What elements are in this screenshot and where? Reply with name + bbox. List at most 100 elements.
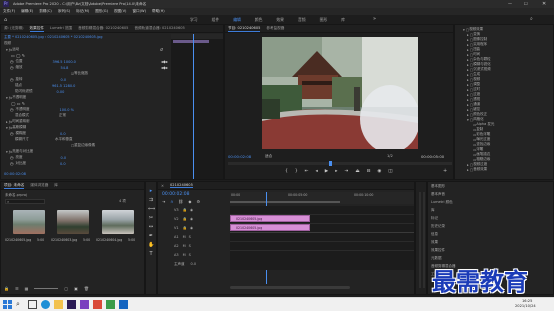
- razor-tool-icon[interactable]: ✂: [148, 215, 154, 221]
- taskbar-premiere-icon[interactable]: [67, 300, 76, 309]
- program-playhead[interactable]: [329, 161, 332, 166]
- track-lanes[interactable]: 0210240605.jpg 0210240605.jpg: [230, 206, 414, 270]
- panel-history[interactable]: 历史记录: [431, 224, 445, 229]
- workspace-color[interactable]: 颜色: [255, 17, 263, 23]
- timeline-timecode[interactable]: 00:00:02:08: [162, 192, 189, 197]
- snap-icon[interactable]: ∩: [170, 199, 173, 204]
- panel-essential-graphics[interactable]: 基本图形: [431, 184, 445, 189]
- quality-select[interactable]: 1/2: [387, 154, 393, 158]
- tab-project[interactable]: 项目: 未命名: [4, 183, 25, 189]
- maximize-button[interactable]: ☐: [524, 1, 528, 6]
- track-v1-label[interactable]: V1: [174, 226, 179, 230]
- tab-audio-clip-mixer[interactable]: 音频剪辑混合器: 0210240605: [78, 26, 128, 31]
- keyframe-scale-icon[interactable]: ◂◆▸: [161, 65, 168, 70]
- search-icon[interactable]: ⌕: [530, 16, 533, 22]
- workspace-libraries[interactable]: 库: [341, 17, 345, 23]
- tab-libraries[interactable]: 库: [54, 183, 58, 188]
- extract-icon[interactable]: ⊟: [367, 169, 371, 174]
- program-current-time[interactable]: 00:00:02:08: [228, 154, 251, 159]
- keyframe-nav-icon[interactable]: ◂◆▸: [161, 59, 168, 64]
- tab-audio-track-mixer[interactable]: 音频轨道混合器: 0210240605: [134, 26, 184, 31]
- panel-effects[interactable]: 效果: [431, 240, 438, 245]
- keyframe-playhead[interactable]: [193, 34, 194, 179]
- project-clip-thumbnail-1[interactable]: [13, 210, 45, 234]
- panel-libraries[interactable]: 库: [431, 208, 435, 213]
- value-rotation[interactable]: 0.0: [61, 78, 67, 82]
- timeline-clip-v2[interactable]: 0210240605.jpg: [230, 215, 310, 222]
- clip-path[interactable]: 主要 * 0210240605.jpg › 0210240605 * 02102…: [4, 35, 102, 40]
- track-a3-label[interactable]: A3: [174, 253, 179, 257]
- select-blend-mode[interactable]: 正常: [59, 113, 66, 118]
- reset-icon[interactable]: ↺: [160, 47, 163, 52]
- linked-selection-icon[interactable]: ⛓: [178, 199, 183, 204]
- list-view-icon[interactable]: ☰: [15, 286, 19, 291]
- type-tool-icon[interactable]: T: [148, 251, 154, 257]
- workspace-assembly[interactable]: 组件: [212, 17, 220, 23]
- taskbar-explorer-icon[interactable]: [54, 300, 63, 309]
- more-workspaces-icon[interactable]: »: [373, 16, 376, 22]
- timeline-settings-icon[interactable]: ⚙: [196, 199, 200, 204]
- selection-tool-icon[interactable]: ▸: [148, 188, 154, 194]
- delete-icon[interactable]: 🗑: [84, 286, 89, 291]
- project-search-input[interactable]: [5, 199, 45, 204]
- mark-out-icon[interactable]: }: [295, 169, 298, 174]
- panel-effect-controls[interactable]: 效果控件: [431, 248, 445, 253]
- effect-brightness-contrast[interactable]: 亮度与对比度: [12, 149, 33, 154]
- menu-clip[interactable]: 剪辑(C): [39, 9, 52, 14]
- workspace-effects[interactable]: 效果: [276, 17, 284, 23]
- panel-info[interactable]: 信息: [431, 232, 438, 237]
- timeline-clip-v1[interactable]: 0210240605.jpg: [230, 224, 310, 231]
- taskbar-search-icon[interactable]: ⌕: [16, 300, 20, 309]
- icon-view-icon[interactable]: ▦: [25, 286, 29, 291]
- vr-icon[interactable]: ◫: [388, 169, 392, 174]
- menu-file[interactable]: 文件(F): [3, 9, 15, 14]
- menu-sequence[interactable]: 序列(S): [58, 9, 70, 14]
- value-brightness[interactable]: 0.0: [61, 156, 67, 160]
- track-select-tool-icon[interactable]: ⇉: [148, 197, 154, 203]
- menu-edit[interactable]: 编辑(E): [21, 9, 33, 14]
- effect-motion[interactable]: 运动: [12, 47, 19, 52]
- value-contrast[interactable]: 0.0: [60, 162, 66, 166]
- value-blurriness[interactable]: 0.0: [60, 132, 66, 136]
- new-item-icon[interactable]: ▣: [74, 286, 78, 291]
- tab-program[interactable]: 节目: 0210240605: [228, 26, 261, 32]
- add-marker-icon[interactable]: ◆: [188, 199, 191, 204]
- menu-view[interactable]: 视图(V): [114, 9, 126, 14]
- menu-window[interactable]: 窗口(W): [132, 9, 146, 14]
- new-bin-icon[interactable]: ▢: [64, 286, 68, 291]
- lift-icon[interactable]: ⏏: [355, 169, 359, 174]
- workspace-learn[interactable]: 学习: [190, 17, 198, 23]
- value-opacity[interactable]: 100.0 %: [60, 108, 74, 112]
- effects-audio-effects[interactable]: 音频效果: [473, 167, 487, 172]
- play-icon[interactable]: ▶: [325, 169, 328, 174]
- step-back-icon[interactable]: ◂: [316, 169, 318, 174]
- stopwatch-icon[interactable]: ◷: [10, 59, 14, 64]
- track-a2-label[interactable]: A2: [174, 244, 179, 248]
- close-button[interactable]: ✕: [542, 1, 546, 7]
- go-to-in-icon[interactable]: ⇤: [305, 169, 309, 174]
- pen-tool-icon[interactable]: ✒: [148, 233, 154, 239]
- add-button-icon[interactable]: +: [443, 168, 447, 174]
- insert-nest-icon[interactable]: ⇥: [162, 199, 165, 204]
- slip-tool-icon[interactable]: ↔: [148, 224, 154, 230]
- home-icon[interactable]: ⌂: [4, 17, 7, 23]
- tab-source[interactable]: 源: (无剪辑): [4, 26, 24, 31]
- taskbar-taskview-icon[interactable]: [28, 300, 37, 309]
- menu-graphics[interactable]: 图形(G): [95, 9, 108, 14]
- timeline-ruler[interactable]: 00:00 00:00:05:00 00:00:10:00: [230, 192, 414, 204]
- keyframe-area[interactable]: [171, 34, 223, 179]
- program-scrubber[interactable]: [228, 161, 452, 166]
- menu-help[interactable]: 帮助(H): [152, 9, 165, 14]
- track-a1-label[interactable]: A1: [174, 235, 179, 239]
- tab-media-browser[interactable]: 媒体浏览器: [30, 183, 48, 188]
- track-v2-label[interactable]: V2: [174, 217, 179, 221]
- timeline-close-icon[interactable]: ✕: [161, 184, 164, 188]
- track-v3-eye-icon[interactable]: ◉: [190, 208, 193, 212]
- minimize-button[interactable]: —: [508, 1, 512, 6]
- taskbar-app-icon-3[interactable]: [106, 300, 115, 309]
- taskbar-app-icon-2[interactable]: [93, 300, 102, 309]
- effect-time-remap[interactable]: 时间重映射: [12, 119, 30, 124]
- tab-reference-monitor[interactable]: 参考监视器: [266, 26, 284, 31]
- effect-controls-timecode[interactable]: 00:00:02:08: [4, 172, 26, 176]
- export-frame-icon[interactable]: ◉: [377, 169, 381, 174]
